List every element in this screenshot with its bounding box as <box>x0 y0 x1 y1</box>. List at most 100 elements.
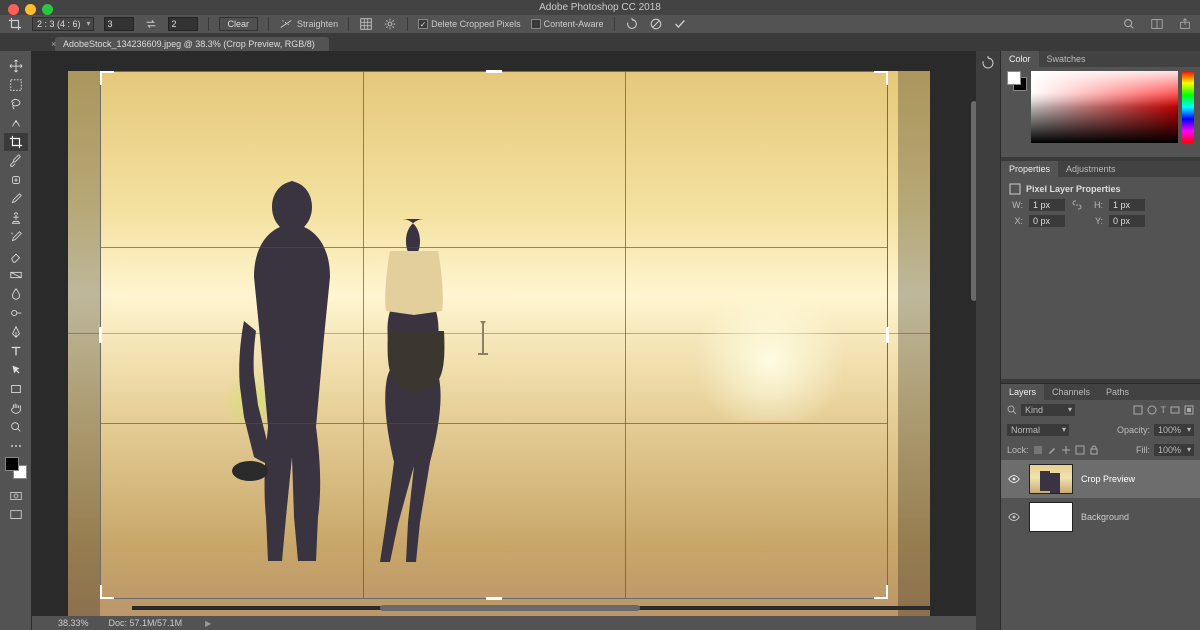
straighten-button[interactable]: Straighten <box>279 17 338 31</box>
healing-brush-tool[interactable] <box>4 171 28 189</box>
layer-thumbnail[interactable] <box>1029 502 1073 532</box>
properties-title: Pixel Layer Properties <box>1026 184 1121 194</box>
horizontal-scrollbar[interactable] <box>132 606 960 610</box>
hue-slider[interactable] <box>1182 71 1194 143</box>
lock-artboard-icon[interactable] <box>1075 445 1085 455</box>
filter-kind-dropdown[interactable]: Kind <box>1021 404 1075 416</box>
layer-thumbnail[interactable] <box>1029 464 1073 494</box>
hand-tool[interactable] <box>4 399 28 417</box>
lock-all-icon[interactable] <box>1089 445 1099 455</box>
collapsed-panel-strip <box>976 51 1000 630</box>
eraser-tool[interactable] <box>4 247 28 265</box>
filter-shape-icon[interactable] <box>1170 405 1180 415</box>
lock-paint-icon[interactable] <box>1047 445 1057 455</box>
delete-cropped-checkbox[interactable]: ✓ Delete Cropped Pixels <box>418 19 521 29</box>
swap-dimensions-icon[interactable] <box>144 17 158 31</box>
layer-row[interactable]: Crop Preview <box>1001 460 1200 498</box>
content-aware-label: Content-Aware <box>544 19 604 29</box>
type-tool[interactable] <box>4 342 28 360</box>
dodge-tool[interactable] <box>4 304 28 322</box>
clone-stamp-tool[interactable] <box>4 209 28 227</box>
tab-properties[interactable]: Properties <box>1001 161 1058 177</box>
crop-height-input[interactable]: 2 <box>168 17 198 31</box>
share-icon[interactable] <box>1178 17 1192 31</box>
visibility-eye-icon[interactable] <box>1007 472 1021 486</box>
lasso-tool[interactable] <box>4 95 28 113</box>
checkbox-checked-icon: ✓ <box>418 19 428 29</box>
straighten-icon <box>279 17 293 31</box>
height-value[interactable]: 1 px <box>1109 199 1145 211</box>
history-panel-icon[interactable] <box>980 55 996 71</box>
blend-mode-dropdown[interactable]: Normal <box>1007 424 1069 436</box>
rectangle-tool[interactable] <box>4 380 28 398</box>
clear-button[interactable]: Clear <box>219 17 259 31</box>
crop-options-gear-icon[interactable] <box>383 17 397 31</box>
content-aware-checkbox[interactable]: Content-Aware <box>531 19 604 29</box>
maximize-window-button[interactable] <box>42 4 53 15</box>
quick-select-tool[interactable] <box>4 114 28 132</box>
foreground-background-colors[interactable] <box>5 457 27 479</box>
filter-type-icon[interactable]: T <box>1161 405 1167 415</box>
delete-cropped-label: Delete Cropped Pixels <box>431 19 521 29</box>
gradient-tool[interactable] <box>4 266 28 284</box>
straighten-label: Straighten <box>297 19 338 29</box>
move-tool[interactable] <box>4 57 28 75</box>
tab-paths[interactable]: Paths <box>1098 384 1137 400</box>
path-select-tool[interactable] <box>4 361 28 379</box>
filter-adjust-icon[interactable] <box>1147 405 1157 415</box>
close-tab-icon[interactable]: × <box>51 39 56 49</box>
commit-crop-icon[interactable] <box>673 17 687 31</box>
color-field[interactable] <box>1031 71 1178 143</box>
zoom-tool[interactable] <box>4 418 28 436</box>
blur-tool[interactable] <box>4 285 28 303</box>
arrange-documents-icon[interactable] <box>1150 17 1164 31</box>
tab-channels[interactable]: Channels <box>1044 384 1098 400</box>
search-icon[interactable] <box>1122 17 1136 31</box>
layer-name[interactable]: Background <box>1081 512 1129 522</box>
title-bar: Adobe Photoshop CC 2018 <box>0 0 1200 15</box>
filter-image-icon[interactable] <box>1133 405 1143 415</box>
aspect-ratio-preset-dropdown[interactable]: 2 : 3 (4 : 6) <box>32 17 94 31</box>
overlay-grid-icon[interactable] <box>359 17 373 31</box>
quick-mask-toggle[interactable] <box>4 487 28 505</box>
opacity-value[interactable]: 100% <box>1154 424 1194 436</box>
canvas-area[interactable]: 38.33% Doc: 57.1M/57.1M ▶ <box>32 51 1000 630</box>
status-menu-icon[interactable]: ▶ <box>205 619 211 628</box>
layer-row[interactable]: Background <box>1001 498 1200 536</box>
lock-transparency-icon[interactable] <box>1033 445 1043 455</box>
reset-crop-icon[interactable] <box>625 17 639 31</box>
lighthouse-shape <box>468 319 498 361</box>
filter-kind-search-icon[interactable] <box>1007 405 1017 415</box>
document-tab[interactable]: × AdobeStock_134236609.jpeg @ 38.3% (Cro… <box>55 37 329 51</box>
pen-tool[interactable] <box>4 323 28 341</box>
history-brush-tool[interactable] <box>4 228 28 246</box>
crop-tool[interactable] <box>4 133 28 151</box>
edit-toolbar-icon[interactable] <box>9 442 23 450</box>
eyedropper-tool[interactable] <box>4 152 28 170</box>
crop-tool-icon <box>8 17 22 31</box>
fill-value[interactable]: 100% <box>1154 444 1194 456</box>
tab-adjustments[interactable]: Adjustments <box>1058 161 1124 177</box>
marquee-tool[interactable] <box>4 76 28 94</box>
cancel-crop-icon[interactable] <box>649 17 663 31</box>
tab-swatches[interactable]: Swatches <box>1039 51 1094 67</box>
brush-tool[interactable] <box>4 190 28 208</box>
y-value[interactable]: 0 px <box>1109 215 1145 227</box>
filter-smart-icon[interactable] <box>1184 405 1194 415</box>
x-value[interactable]: 0 px <box>1029 215 1065 227</box>
foreground-color-swatch[interactable] <box>5 457 19 471</box>
lock-position-icon[interactable] <box>1061 445 1071 455</box>
tab-color[interactable]: Color <box>1001 51 1039 67</box>
zoom-level[interactable]: 38.33% <box>58 618 89 628</box>
tools-panel <box>0 51 32 630</box>
close-window-button[interactable] <box>8 4 19 15</box>
link-dimensions-icon[interactable] <box>1071 199 1083 211</box>
layer-name[interactable]: Crop Preview <box>1081 474 1135 484</box>
minimize-window-button[interactable] <box>25 4 36 15</box>
visibility-eye-icon[interactable] <box>1007 510 1021 524</box>
screen-mode-toggle[interactable] <box>4 506 28 524</box>
tab-layers[interactable]: Layers <box>1001 384 1044 400</box>
width-value[interactable]: 1 px <box>1029 199 1065 211</box>
crop-width-input[interactable]: 3 <box>104 17 134 31</box>
color-panel-fg-bg[interactable] <box>1007 71 1027 91</box>
